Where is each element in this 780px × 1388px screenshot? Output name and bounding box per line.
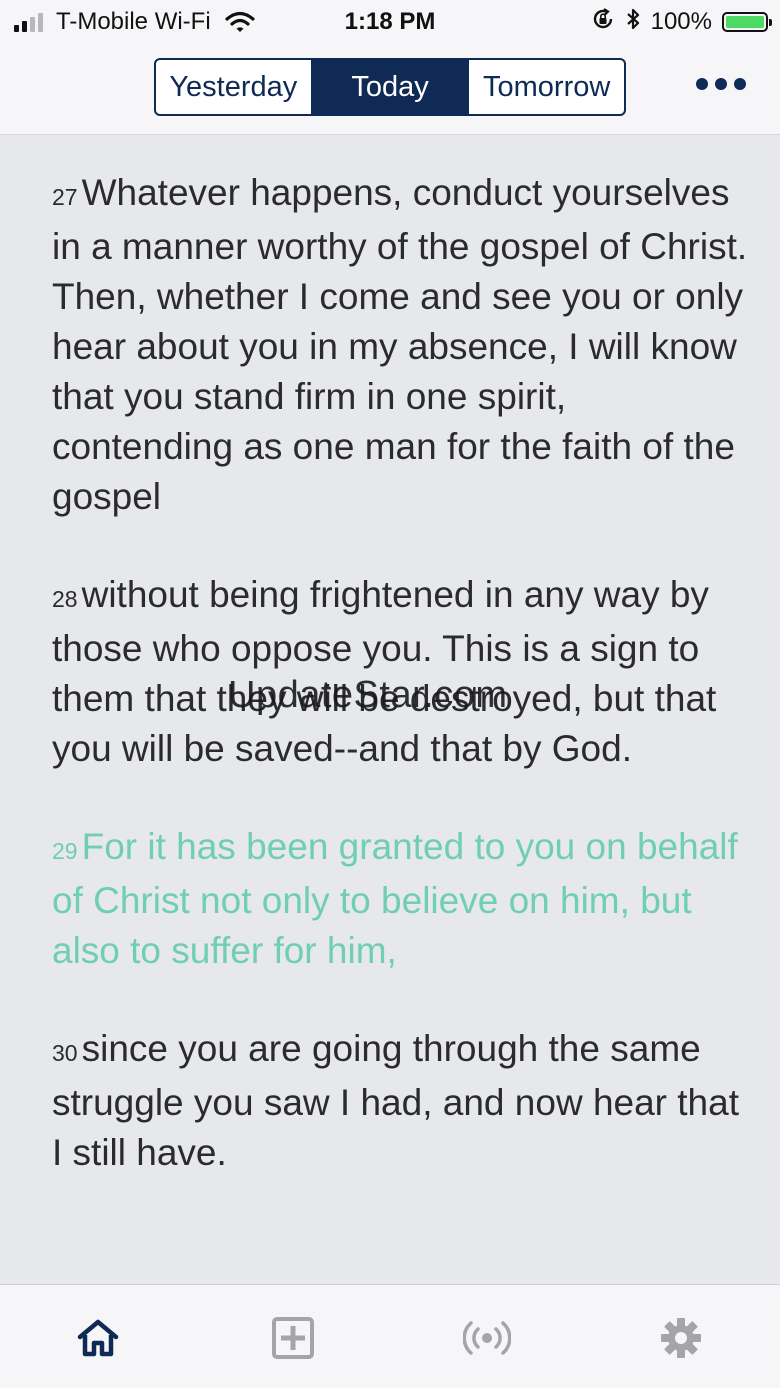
bluetooth-icon bbox=[625, 7, 641, 38]
verse-number: 30 bbox=[52, 1040, 78, 1066]
verse-30: 30 since you are going through the same s… bbox=[52, 1024, 752, 1178]
verse-text: since you are going through the same str… bbox=[52, 1028, 739, 1173]
status-right: 100% bbox=[581, 7, 772, 38]
verse-27: 27 Whatever happens, conduct yourselves i… bbox=[52, 168, 752, 522]
verse-number: 29 bbox=[52, 838, 78, 864]
tab-yesterday[interactable]: Yesterday bbox=[156, 60, 313, 114]
verse-29: 29 For it has been granted to you on beha… bbox=[52, 822, 752, 976]
tab-bar bbox=[0, 1284, 780, 1388]
verse-28: 28 without being frightened in any way by… bbox=[52, 570, 752, 774]
watermark: UpdateStar.com bbox=[228, 674, 508, 716]
broadcast-icon[interactable] bbox=[462, 1313, 512, 1363]
home-icon[interactable] bbox=[73, 1313, 123, 1363]
day-segmented-control: Yesterday Today Tomorrow bbox=[154, 58, 626, 116]
status-bar: T-Mobile Wi-Fi 1:18 PM 100% bbox=[0, 0, 780, 44]
nav-bar: Yesterday Today Tomorrow bbox=[0, 44, 780, 135]
ellipsis-icon[interactable] bbox=[696, 66, 746, 102]
battery-icon bbox=[722, 12, 772, 32]
verse-number: 27 bbox=[52, 184, 78, 210]
verse-number: 28 bbox=[52, 586, 78, 612]
tab-tomorrow[interactable]: Tomorrow bbox=[469, 60, 624, 114]
battery-percent: 100% bbox=[650, 8, 712, 35]
verse-text: Whatever happens, conduct yourselves in … bbox=[52, 172, 748, 517]
orientation-lock-icon bbox=[591, 7, 615, 38]
gear-icon[interactable] bbox=[656, 1313, 706, 1363]
plus-box-icon[interactable] bbox=[268, 1313, 318, 1363]
verse-text: For it has been granted to you on behalf… bbox=[52, 826, 738, 971]
tab-today[interactable]: Today bbox=[312, 60, 470, 114]
verse-text: without being frightened in any way by t… bbox=[52, 574, 717, 769]
